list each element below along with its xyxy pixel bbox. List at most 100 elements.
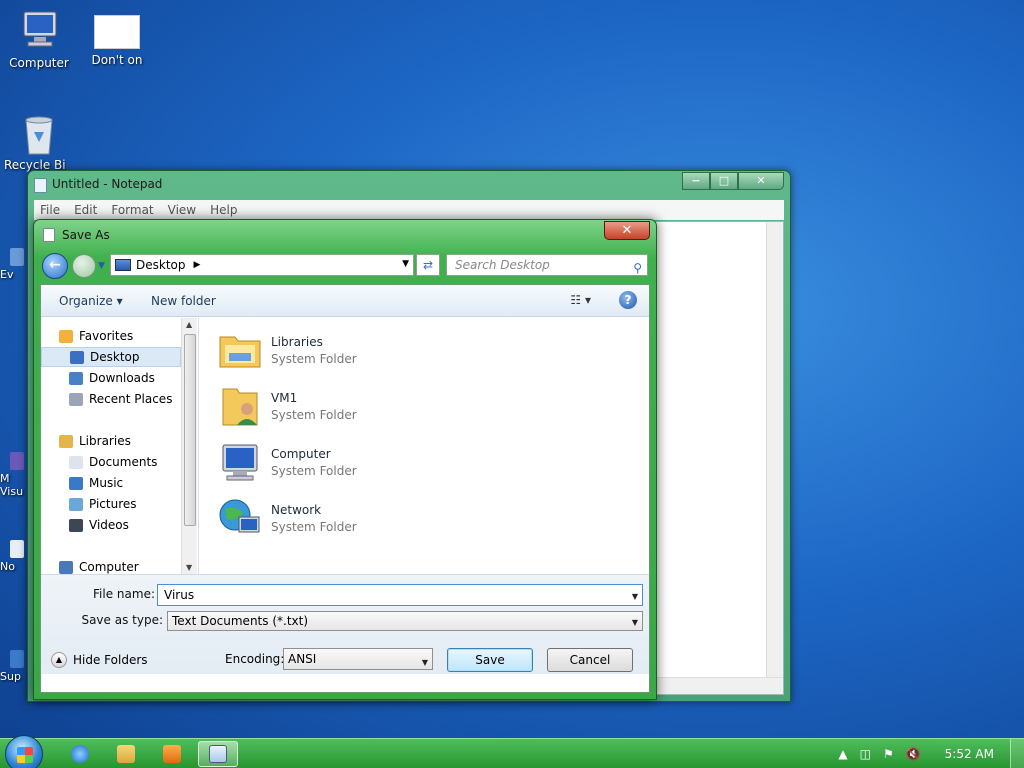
chevron-down-icon[interactable]: ▼: [632, 587, 638, 607]
file-type: System Folder: [271, 407, 357, 422]
show-hidden-icons-icon[interactable]: ▲: [838, 747, 847, 761]
address-bar[interactable]: Desktop ▶ ▼: [110, 254, 414, 276]
forward-button[interactable]: [72, 254, 96, 278]
desktop-icon-dont-on[interactable]: Don't on: [82, 15, 152, 67]
network-icon[interactable]: ◫: [860, 747, 871, 761]
nav-item-documents[interactable]: Documents: [41, 452, 181, 472]
nav-item-downloads[interactable]: Downloads: [41, 368, 181, 388]
search-icon[interactable]: ⚲: [633, 258, 642, 278]
nav-pane-scrollbar[interactable]: ▲ ▼: [181, 318, 197, 574]
change-view-button[interactable]: ☷ ▾: [570, 293, 591, 307]
menu-help[interactable]: Help: [210, 203, 237, 217]
file-name-label: File name:: [93, 587, 155, 601]
desktop-partial-icon-4[interactable]: Sup: [0, 650, 30, 683]
desktop-partial-icon-1[interactable]: Ev: [0, 248, 30, 281]
file-name-value: Virus: [164, 588, 195, 602]
start-button[interactable]: [5, 735, 43, 768]
menu-edit[interactable]: Edit: [74, 203, 97, 217]
downloads-icon: [69, 371, 83, 385]
organize-button[interactable]: Organize ▾: [59, 294, 123, 308]
network-folder-icon: [217, 495, 263, 541]
menu-format[interactable]: Format: [111, 203, 153, 217]
scroll-up-icon[interactable]: ▲: [186, 320, 192, 329]
file-item-network[interactable]: Network System Folder: [217, 492, 357, 544]
computer-icon: [16, 10, 62, 52]
window-title: Untitled - Notepad: [52, 177, 163, 191]
close-button[interactable]: ✕: [738, 172, 784, 190]
help-button[interactable]: ?: [619, 291, 637, 309]
nav-item-label: Pictures: [89, 497, 137, 511]
windows-logo-icon: [17, 747, 33, 763]
taskbar-media-player[interactable]: [152, 741, 192, 767]
nav-item-label: Libraries: [79, 434, 131, 448]
nav-item-desktop[interactable]: Desktop: [41, 347, 181, 367]
desktop-icon-recycle-bin[interactable]: Recycle Bin: [4, 112, 74, 172]
computer-folder-icon: [217, 439, 263, 485]
nav-item-recent-places[interactable]: Recent Places: [41, 389, 181, 409]
file-name-input[interactable]: Virus ▼: [157, 584, 643, 606]
dialog-icon: [43, 228, 55, 242]
chevron-down-icon[interactable]: ▼: [422, 653, 428, 673]
save-button[interactable]: Save: [447, 648, 533, 672]
menu-bar: File Edit Format View Help: [34, 200, 784, 220]
show-desktop-button[interactable]: [1010, 739, 1024, 768]
computer-icon: [59, 560, 73, 574]
libraries-icon: [59, 434, 73, 448]
menu-view[interactable]: View: [168, 203, 196, 217]
videos-icon: [69, 518, 83, 532]
encoding-select[interactable]: ANSI ▼: [283, 648, 433, 670]
save-as-dialog[interactable]: Save As ✕ ← ▼ Desktop ▶ ▼ ⇄ Search Deskt…: [33, 219, 657, 700]
nav-item-label: Videos: [89, 518, 129, 532]
desktop-icon-label: Computer: [9, 56, 69, 70]
chevron-up-icon: ▲: [51, 652, 67, 668]
taskbar-explorer[interactable]: [106, 741, 146, 767]
hide-folders-button[interactable]: ▲ Hide Folders: [51, 652, 148, 668]
save-as-type-select[interactable]: Text Documents (*.txt) ▼: [167, 611, 643, 631]
nav-item-libraries[interactable]: Libraries: [41, 431, 181, 451]
refresh-button[interactable]: ⇄: [416, 254, 440, 276]
encoding-label: Encoding:: [225, 652, 285, 666]
folder-icon: [117, 745, 135, 763]
address-location[interactable]: Desktop: [136, 258, 186, 272]
chevron-right-icon[interactable]: ▶: [194, 260, 201, 270]
nav-item-pictures[interactable]: Pictures: [41, 494, 181, 514]
scroll-thumb[interactable]: [184, 334, 196, 526]
cancel-button[interactable]: Cancel: [547, 648, 633, 672]
action-center-flag-icon[interactable]: ⚑: [883, 747, 894, 761]
desktop-partial-icon-2[interactable]: M Visu: [0, 452, 30, 498]
taskbar-internet-explorer[interactable]: [60, 741, 100, 767]
vertical-scrollbar[interactable]: [766, 222, 783, 677]
file-item-vm1[interactable]: VM1 System Folder: [217, 380, 357, 432]
clock[interactable]: 5:52 AM: [945, 747, 994, 761]
recent-locations-dropdown-icon[interactable]: ▼: [98, 261, 108, 271]
volume-muted-icon[interactable]: 🔇: [906, 747, 921, 761]
file-name: Libraries: [271, 334, 323, 349]
maximize-button[interactable]: □: [710, 172, 738, 190]
app-icon: [10, 540, 24, 558]
desktop-icon-computer[interactable]: Computer: [4, 10, 74, 70]
nav-item-favorites[interactable]: Favorites: [41, 326, 181, 346]
notepad-icon: [209, 745, 227, 763]
scroll-down-icon[interactable]: ▼: [186, 563, 192, 572]
refresh-icon: ⇄: [422, 258, 434, 272]
chevron-down-icon[interactable]: ▼: [632, 614, 638, 632]
back-button[interactable]: ←: [42, 253, 68, 279]
nav-item-videos[interactable]: Videos: [41, 515, 181, 535]
star-icon: [59, 329, 73, 343]
desktop-partial-icon-3[interactable]: No: [0, 540, 30, 573]
dialog-close-button[interactable]: ✕: [604, 221, 650, 240]
file-item-computer[interactable]: Computer System Folder: [217, 436, 357, 488]
file-item-libraries[interactable]: Libraries System Folder: [217, 324, 357, 376]
new-folder-button[interactable]: New folder: [151, 294, 216, 308]
save-as-type-value: Text Documents (*.txt): [172, 614, 309, 628]
taskbar-notepad[interactable]: [198, 741, 238, 767]
nav-item-computer[interactable]: Computer: [41, 557, 181, 574]
recycle-bin-icon: [16, 112, 62, 155]
menu-file[interactable]: File: [40, 203, 60, 217]
nav-item-music[interactable]: Music: [41, 473, 181, 493]
nav-item-label: Desktop: [90, 350, 140, 364]
minimize-button[interactable]: −: [682, 172, 710, 190]
chevron-down-icon[interactable]: ▼: [402, 259, 409, 269]
search-input[interactable]: Search Desktop ⚲: [446, 254, 648, 276]
recent-places-icon: [69, 392, 83, 406]
